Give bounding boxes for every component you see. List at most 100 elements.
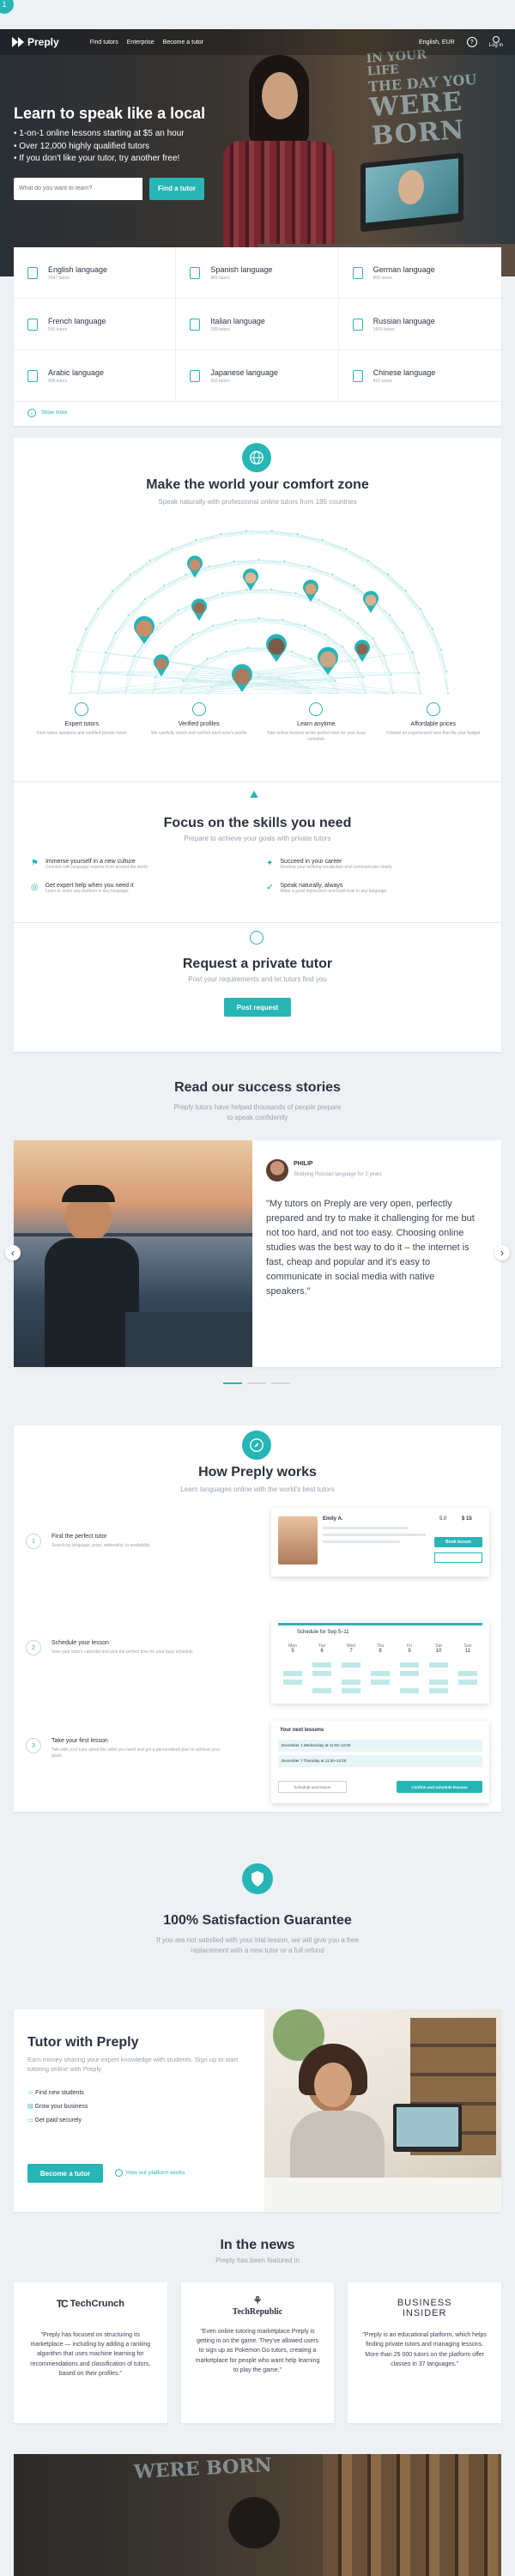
news-card-techcrunch[interactable]: TC TechCrunch "Preply has focused on stru… [14,2282,167,2423]
nav-find-tutors[interactable]: Find tutors [90,39,118,46]
language-item[interactable]: Japanese language 303 tutors [176,350,339,402]
news-card-techrepublic[interactable]: ⚘ TechRepublic "Even online tutoring mark… [180,2282,335,2423]
network-edge [175,634,193,647]
network-edge [128,598,146,616]
language-name: Chinese language [373,368,436,377]
mock-day-header: Wed 7 [346,1643,356,1654]
feature-title: Learn anytime [297,721,336,727]
tutor-avatar [189,559,201,571]
post-request-button[interactable]: Post request [224,998,291,1017]
mock-tutor-name: Emily A. [323,1516,343,1522]
network-edge [207,651,227,659]
notification-badge[interactable]: 1 [0,0,14,14]
nav-become-tutor[interactable]: Become a tutor [163,39,203,46]
bottom-banner-photo: WERE BORN [14,2454,501,2576]
carousel-dot[interactable] [271,1382,290,1384]
network-edge [318,599,359,624]
nav-enterprise[interactable]: Enterprise [127,39,154,46]
network-edge [420,609,447,672]
news-row: TC TechCrunch "Preply has focused on stru… [14,2282,501,2423]
how-platform-works-link[interactable]: How our platform works [115,2169,185,2177]
mock-book-button: Book lesson [434,1537,482,1547]
network-edge [130,539,197,575]
mock-day-header: Thu 8 [376,1643,385,1654]
help-icon[interactable]: ? [466,37,477,47]
comfort-subtitle: Speak naturally with professional online… [158,498,357,506]
hero-bullet: • If you don't like your tutor, try anot… [14,154,180,163]
tutor-avatar [136,620,153,637]
network-edge [160,592,223,624]
language-item[interactable]: Russian language 1903 tutors [338,299,501,350]
search-input[interactable] [14,177,142,200]
graduation-cap-icon [75,702,89,716]
preply-logo[interactable]: Preply [12,36,59,48]
chevron-left-icon: ‹ [11,1247,15,1259]
benefit-item: ▭ Get paid securely [27,2117,82,2124]
testimonial-card: PHILIP Studying Russian language for 2 y… [14,1140,501,1367]
news-card-business-insider[interactable]: BUSINESS INSIDER "Preply is an education… [348,2282,501,2423]
mock-time-slot [371,1688,390,1693]
language-name: Spanish language [210,264,273,274]
network-edge [271,589,296,593]
language-tutor-count: 550 tutors [48,326,68,332]
network-edge [387,574,421,610]
language-icon [190,369,201,382]
carousel-prev-button[interactable]: ‹ [5,1245,21,1261]
tutor-avatar [319,651,336,668]
language-item[interactable]: Italian language 289 tutors [176,299,339,350]
hero-bullet: • Over 12,000 highly qualified tutors [14,141,150,151]
feature-desc: Take online lessons at the perfect time … [266,731,366,742]
mock-schedule: Schedule for Sep 5–11 Mon 5 Tue 6 Wed 7 Thu 8 Fr… [271,1621,489,1704]
language-item[interactable]: German language 805 tutors [338,247,501,299]
language-item[interactable]: Spanish language 983 tutors [176,247,339,299]
hero-bullet: • 1-on-1 online lessons starting at $5 a… [14,129,185,138]
find-tutor-button[interactable]: Find a tutor [149,177,204,200]
tutor-title: Tutor with Preply [27,2035,139,2050]
feature-desc: Find native speakers and certified priva… [36,731,127,736]
network-edge [405,590,433,629]
mock-time-slot [342,1688,360,1693]
language-item[interactable]: Arabic language 409 tutors [14,350,177,402]
mock-time-slot [429,1671,448,1676]
step-title: Schedule your lesson [52,1640,109,1646]
news-quote: "Even online tutoring marketplace Preply… [195,2329,320,2373]
carousel-dot-active[interactable] [223,1382,242,1384]
help-glyph: ? [470,39,474,46]
network-edge [367,560,406,592]
mock-rating: 5.0 [439,1516,447,1522]
divider [14,922,501,923]
language-tutor-count: 983 tutors [210,275,230,281]
tutor-photo [264,2009,501,2212]
skill-item: ➶ Speak naturally, always Make a good imp… [266,883,484,895]
mock-time-slot [458,1688,477,1693]
language-item[interactable]: French language 550 tutors [14,299,177,350]
carousel-next-button[interactable]: › [494,1245,510,1261]
network-edge [258,617,326,635]
tutor-world-map [69,530,450,694]
network-edge [150,533,221,562]
language-item[interactable]: Chinese language 416 tutors [338,350,501,402]
login-button[interactable]: Log in [489,36,503,48]
mock-tutor-card: Emily A. 5.0 $ 15 Book lesson [271,1508,489,1577]
tutor-desc: Earn money sharing your expert knowledge… [27,2056,239,2073]
network-edge [85,574,131,629]
language-item[interactable]: English language 2047 tutors [14,247,177,299]
become-tutor-button[interactable]: Become a tutor [27,2164,103,2183]
languages-grid: English language 2047 tutors Spanish langu… [14,247,501,402]
network-edge [389,615,419,673]
show-more-link[interactable]: ⌄ Show more [27,409,67,417]
network-edge [403,633,421,694]
language-icon [27,318,38,331]
wall-lettering: IN YOUR LIFE THE DAY YOU WERE BORN [366,47,477,152]
language-currency-selector[interactable]: English, EUR [419,39,455,46]
shield-glyph [251,1871,264,1886]
chevron-down-icon: ⌄ [27,409,36,417]
tutor-pin [243,568,258,591]
mock-time-slot [371,1671,390,1676]
carousel-dot[interactable] [247,1382,266,1384]
show-more-label: Show more [41,410,68,416]
link-label: How our platform works [126,2170,185,2176]
student-name: PHILIP [294,1161,313,1167]
network-edge [432,629,449,694]
info-icon [115,2169,123,2177]
